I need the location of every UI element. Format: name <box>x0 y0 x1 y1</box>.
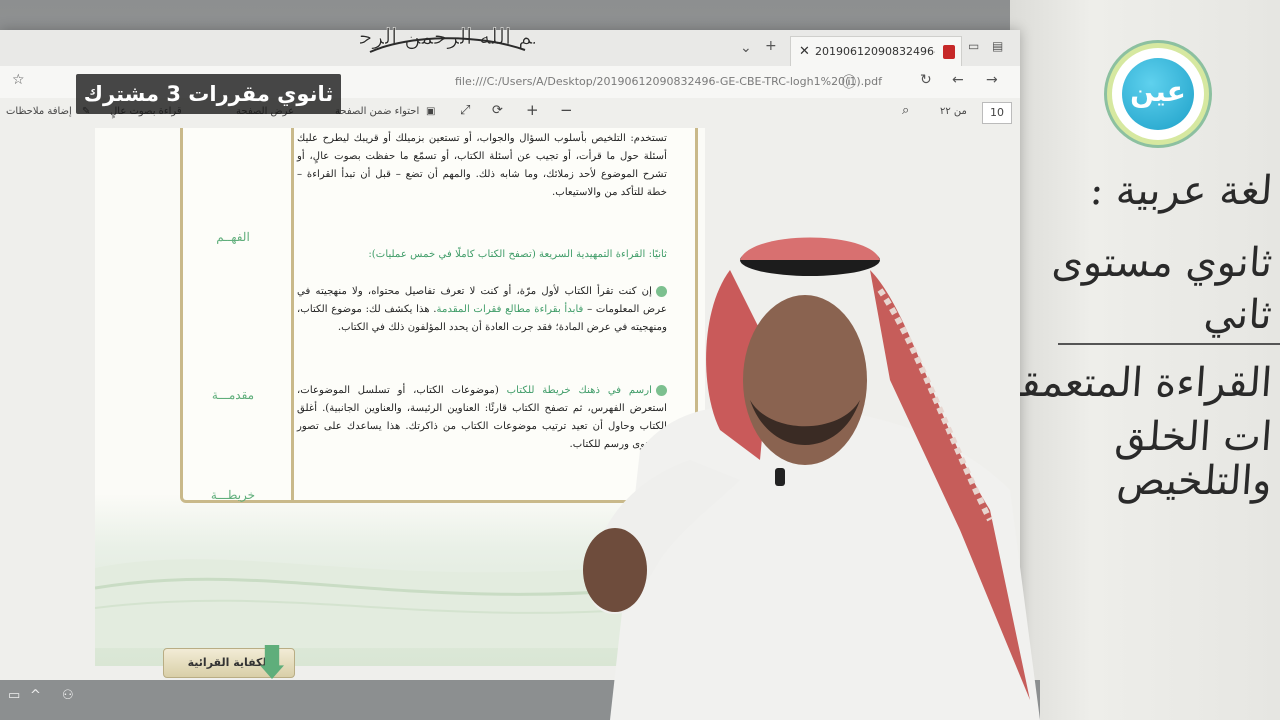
url-field[interactable]: file:///C:/Users/A/Desktop/2019061209083… <box>455 75 882 88</box>
whiteboard-line-level: ثانوي مستوى <box>1050 240 1274 286</box>
basmala-calligraphy: بسم الله الرحمن الرحيم <box>337 4 559 64</box>
whiteboard-line-topic-3: والتلخيص <box>1115 458 1274 504</box>
new-tab-plus-icon[interactable]: + <box>765 38 777 54</box>
back-arrow-icon[interactable]: → <box>986 72 998 88</box>
zoom-out-icon[interactable]: − <box>560 101 573 119</box>
logo-text: عين <box>1122 58 1194 130</box>
whiteboard-line-level-2: ثاني <box>1202 292 1274 338</box>
tray-chevron-up-icon[interactable]: ^ <box>30 688 41 703</box>
tab-aside-icon[interactable]: ▤ <box>992 39 1003 53</box>
pdf-icon <box>943 45 955 59</box>
side-label-intro: مقدمـــة <box>211 388 255 402</box>
tab-list-chevron-icon[interactable]: ⌄ <box>740 40 752 56</box>
tab-close-icon[interactable]: ✕ <box>799 37 810 67</box>
search-icon[interactable]: ⌕ <box>902 103 909 118</box>
people-icon[interactable]: ⚇ <box>62 688 74 703</box>
page-total-label: من ٢٢ <box>940 106 967 117</box>
side-label-understanding: الفهــم <box>216 230 250 244</box>
channel-logo: عين <box>1112 48 1204 140</box>
course-title-label: ثانوي مقررات 3 مشترك <box>76 74 341 114</box>
favorite-star-icon[interactable]: ☆ <box>12 72 25 88</box>
zoom-in-icon[interactable]: + <box>526 101 539 119</box>
fit-page-button[interactable]: احتواء ضمن الصفحة <box>335 106 419 117</box>
whiteboard-line-topic-2: ات الخلق <box>1113 414 1274 460</box>
paragraph-summary-methods: تستخدم: التلخيص بأسلوب السؤال والجواب، أ… <box>297 133 667 198</box>
presenter-figure <box>583 237 1040 720</box>
frame-divider <box>291 128 294 500</box>
tab-title: 20190612090832496-GE <box>815 45 935 58</box>
expand-icon[interactable]: ⤢ <box>460 103 470 118</box>
whiteboard-line-subject: لغة عربية : <box>1087 168 1274 214</box>
whiteboard-divider-line <box>1058 343 1280 345</box>
browser-tab-pdf[interactable]: ✕ 20190612090832496-GE <box>790 36 962 67</box>
rotate-icon[interactable]: ⟳ <box>492 103 503 118</box>
add-notes-button[interactable]: إضافة ملاحظات <box>6 106 72 117</box>
paragraph-intro-highlight: فابدأ بقراءة مطالع فقرات المقدمة <box>436 304 584 315</box>
page-number-input[interactable]: 10 <box>982 102 1012 124</box>
system-tray-icon[interactable]: ▭ <box>8 688 20 703</box>
refresh-icon[interactable]: ↻ <box>920 72 932 88</box>
forward-arrow-icon[interactable]: ← <box>952 72 964 88</box>
tab-preview-icon[interactable]: ▭ <box>968 39 979 53</box>
site-info-icon[interactable]: ⓘ <box>842 72 856 92</box>
side-label-map: خريطـــة <box>210 488 256 502</box>
fit-page-icon[interactable]: ▣ <box>426 106 435 117</box>
